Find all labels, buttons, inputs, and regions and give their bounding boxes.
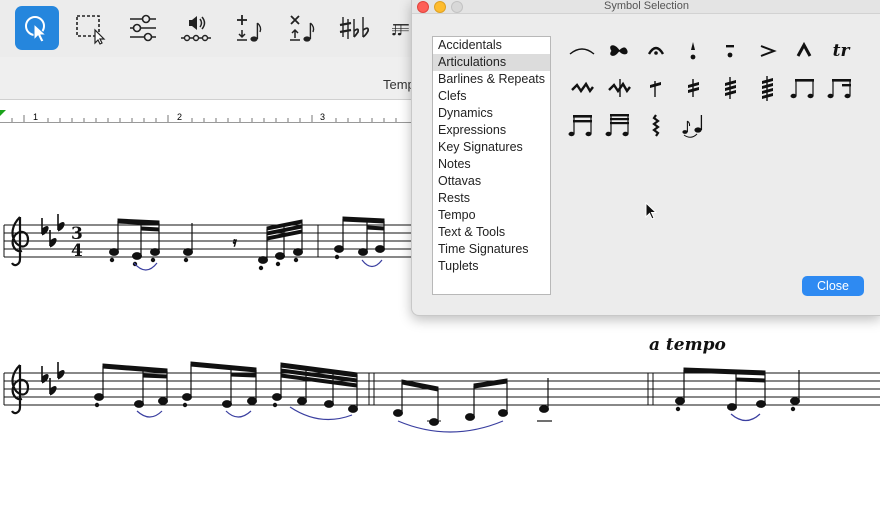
category-item[interactable]: Ottavas — [433, 173, 550, 190]
category-list[interactable]: Accidentals Articulations Barlines & Rep… — [432, 36, 551, 295]
tremolo-three-symbol[interactable] — [715, 73, 745, 103]
playback-tool-button[interactable] — [174, 6, 218, 50]
flat-sign — [41, 217, 49, 236]
grace-slur-symbol[interactable] — [678, 110, 708, 140]
tremolo-one-symbol[interactable] — [641, 73, 671, 103]
playhead-marker[interactable] — [0, 110, 6, 116]
inverted-mordent-symbol[interactable] — [604, 73, 634, 103]
category-item[interactable]: Clefs — [433, 88, 550, 105]
category-item[interactable]: Text & Tools — [433, 224, 550, 241]
dialog-title: Symbol Selection — [604, 0, 689, 12]
selection-tool-button[interactable] — [15, 6, 59, 50]
marquee-tool-button[interactable] — [68, 6, 112, 50]
delete-note-tool-button[interactable] — [278, 6, 322, 50]
staccatissimo-symbol[interactable] — [678, 36, 708, 66]
category-item[interactable]: Barlines & Repeats — [433, 71, 550, 88]
accent-symbol[interactable] — [752, 36, 782, 66]
sliders-icon — [130, 14, 156, 42]
category-item[interactable]: Expressions — [433, 122, 550, 139]
category-item-selected[interactable]: Articulations — [433, 54, 550, 71]
mixer-tool-button[interactable] — [121, 6, 165, 50]
svg-text:𝄿: 𝄿 — [233, 235, 237, 249]
category-item[interactable]: Time Signatures — [433, 241, 550, 258]
dialog-titlebar[interactable]: Symbol Selection — [412, 0, 880, 14]
beamed-eighth-sixteenth-symbol[interactable] — [826, 73, 856, 103]
sharp-flat-icon — [339, 17, 370, 39]
accidental-tool-button[interactable] — [332, 6, 376, 50]
marcato-symbol[interactable] — [789, 36, 819, 66]
notes-tool-button[interactable] — [384, 6, 411, 50]
delete-note-icon — [290, 15, 315, 42]
tremolo-four-symbol[interactable] — [752, 73, 782, 103]
symbol-selection-dialog: Symbol Selection Accidentals Articulatio… — [411, 0, 880, 316]
staff-system-2 — [3, 361, 880, 433]
mordent-symbol[interactable] — [567, 73, 597, 103]
mouse-cursor-icon — [645, 201, 659, 227]
notes-system-2 — [94, 361, 800, 426]
category-item[interactable]: Tempo — [433, 207, 550, 224]
symbol-grid: tr — [567, 36, 867, 156]
time-signature-bottom: 4 — [71, 241, 83, 261]
slur-symbol[interactable] — [567, 36, 597, 66]
beamed-eighths-symbol[interactable] — [789, 73, 819, 103]
flat-sign — [57, 213, 65, 232]
category-item[interactable]: Rests — [433, 190, 550, 207]
beamed-sixteenths-symbol[interactable] — [567, 110, 597, 140]
wavy-vertical-symbol[interactable] — [641, 110, 671, 140]
flat-sign — [41, 365, 49, 384]
expression-a-tempo: a tempo — [649, 335, 726, 355]
arrow-pointer-icon — [25, 16, 48, 43]
beamed-thirtyseconds-symbol[interactable] — [604, 110, 634, 140]
trill-symbol[interactable]: tr — [826, 36, 856, 66]
category-item[interactable]: Dynamics — [433, 105, 550, 122]
dashed-marquee-icon — [76, 15, 106, 45]
speaker-icon — [181, 16, 211, 42]
close-button[interactable]: Close — [802, 276, 864, 296]
fermata-symbol[interactable] — [641, 36, 671, 66]
add-note-tool-button[interactable] — [225, 6, 269, 50]
category-item[interactable]: Accidentals — [433, 37, 550, 54]
turn-symbol[interactable] — [604, 36, 634, 66]
category-item[interactable]: Notes — [433, 156, 550, 173]
category-item[interactable]: Key Signatures — [433, 139, 550, 156]
category-item[interactable]: Tuplets — [433, 258, 550, 275]
staff-system-1: 3 4 𝄿 — [3, 213, 411, 271]
notes-icon — [392, 24, 409, 36]
add-note-icon — [237, 15, 262, 42]
tremolo-two-symbol[interactable] — [678, 73, 708, 103]
flat-sign — [57, 361, 65, 380]
tenuto-staccato-symbol[interactable] — [715, 36, 745, 66]
